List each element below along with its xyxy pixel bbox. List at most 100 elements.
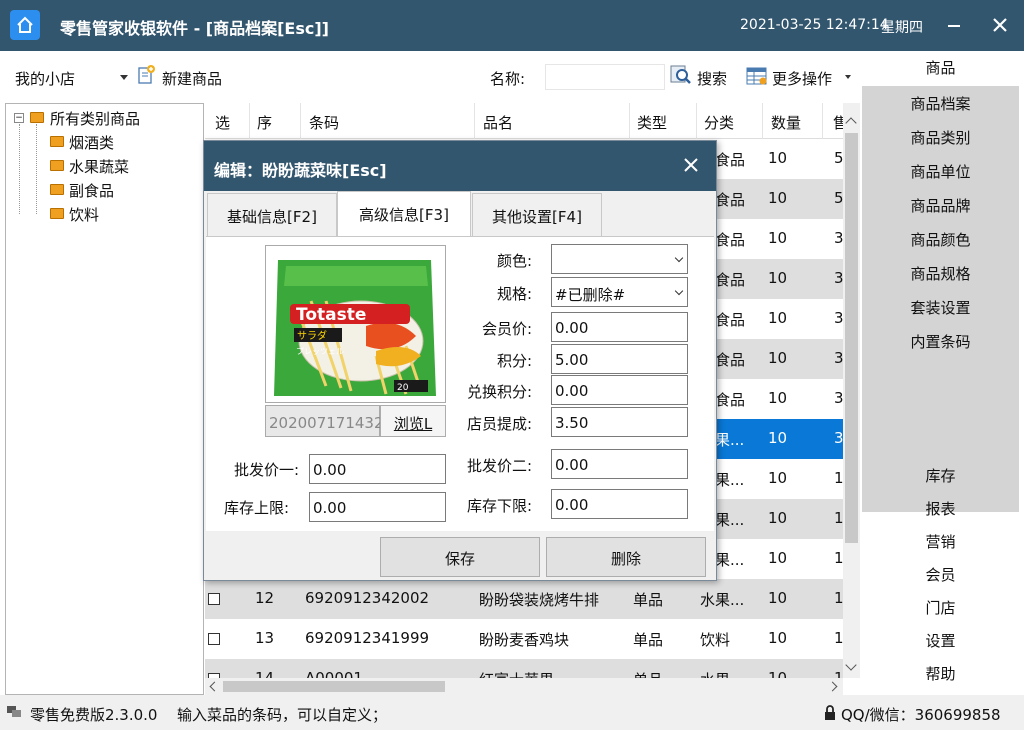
cell-name: 盼盼麦香鸡块 — [479, 631, 570, 649]
tree-item[interactable]: 烟酒类 — [69, 132, 114, 153]
nav-inventory[interactable]: 库存 — [862, 465, 1019, 486]
tab-advanced[interactable]: 高级信息[F3] — [337, 191, 471, 238]
col-header[interactable]: 售 — [833, 112, 843, 133]
weekday: 星期四 — [881, 20, 923, 36]
close-icon[interactable] — [684, 158, 698, 176]
nav-stores[interactable]: 门店 — [862, 597, 1019, 618]
search-button[interactable]: 搜索 — [697, 68, 727, 89]
cell-price: 1 — [834, 549, 843, 567]
nav-sub-item[interactable]: 商品档案 — [862, 93, 1019, 114]
home-icon[interactable] — [10, 10, 40, 40]
scroll-up-icon[interactable] — [845, 117, 857, 129]
nav-sub-item[interactable]: 商品规格 — [862, 263, 1019, 284]
chevron-down-icon — [845, 75, 851, 79]
cell-name: 盼盼袋装烧烤牛排 — [479, 591, 600, 609]
nav-sub-item[interactable]: 商品颜色 — [862, 229, 1019, 250]
cell-qty: 10 — [768, 229, 788, 247]
nav-help[interactable]: 帮助 — [862, 663, 1019, 684]
table-row[interactable]: 12 6920912342002 盼盼袋装烧烤牛排 单品 水果... 10 1 — [205, 579, 843, 619]
col-header[interactable]: 数量 — [771, 112, 801, 133]
cell-seq: 12 — [255, 589, 275, 607]
scroll-right-icon[interactable] — [827, 681, 838, 692]
wholesale1-input[interactable]: 0.00 — [309, 454, 446, 484]
table-row[interactable]: 13 6920912341999 盼盼麦香鸡块 单品 饮料 10 1 — [205, 619, 843, 659]
folder-icon — [50, 184, 64, 195]
nav-settings[interactable]: 设置 — [862, 630, 1019, 651]
tree-item[interactable]: 副食品 — [69, 180, 114, 201]
tab-other[interactable]: 其他设置[F4] — [472, 193, 602, 237]
col-header[interactable]: 品名 — [483, 112, 513, 133]
commission-input[interactable]: 3.50 — [551, 407, 688, 437]
grid-header: 选 序 条码 品名 类型 分类 数量 售 — [205, 103, 843, 139]
tab-basic[interactable]: 基础信息[F2] — [207, 193, 337, 237]
cell-price: 3 — [834, 349, 843, 367]
wholesale2-input[interactable]: 0.00 — [551, 449, 688, 479]
cell-price: 3 — [834, 229, 843, 247]
cell-price: 3 — [834, 389, 843, 407]
stock-max-input[interactable]: 0.00 — [309, 492, 446, 522]
scrollbar-thumb[interactable] — [845, 133, 858, 543]
folder-icon — [50, 208, 64, 219]
vertical-scrollbar[interactable] — [843, 103, 860, 678]
cell-price: 3 — [834, 429, 843, 447]
nav-sub-item[interactable]: 商品单位 — [862, 161, 1019, 182]
color-select[interactable] — [551, 244, 688, 274]
cell-price: 1 — [834, 589, 843, 607]
cell-type: 单品 — [633, 591, 664, 609]
col-header[interactable]: 序 — [257, 112, 272, 133]
nav-members[interactable]: 会员 — [862, 564, 1019, 585]
nav-sub-item[interactable]: 商品品牌 — [862, 195, 1019, 216]
more-actions-button[interactable]: 更多操作 — [772, 68, 832, 89]
package-brand: Totaste — [296, 305, 366, 325]
scrollbar-thumb[interactable] — [223, 681, 445, 692]
spec-value: #已删除# — [555, 286, 626, 304]
col-header[interactable]: 类型 — [637, 112, 667, 133]
status-bar: 零售免费版2.3.0.0 输入菜品的条码，可以自定义； QQ/微信：360699… — [0, 695, 1024, 730]
redeem-input[interactable]: 0.00 — [551, 375, 688, 405]
save-button[interactable]: 保存 — [380, 537, 540, 577]
cell-qty: 10 — [768, 269, 788, 287]
nav-marketing[interactable]: 营销 — [862, 531, 1019, 552]
cell-qty: 10 — [768, 509, 788, 527]
cell-price: 1 — [834, 509, 843, 527]
nav-sub-item[interactable]: 套装设置 — [862, 297, 1019, 318]
cell-price: 1 — [834, 469, 843, 487]
col-header[interactable]: 分类 — [704, 112, 734, 133]
close-button[interactable] — [987, 12, 1013, 38]
col-separator — [629, 103, 630, 139]
cell-cat: 水果... — [700, 591, 745, 609]
horizontal-scrollbar[interactable] — [205, 678, 843, 695]
dialog-titlebar: 编辑：盼盼蔬菜味[Esc] — [204, 141, 716, 191]
scroll-down-icon[interactable] — [845, 659, 857, 671]
col-header[interactable]: 选 — [215, 112, 230, 133]
nav-sub-item[interactable]: 商品类别 — [862, 127, 1019, 148]
spec-label: 规格: — [496, 285, 532, 303]
delete-button[interactable]: 删除 — [546, 537, 706, 577]
row-checkbox[interactable] — [208, 593, 220, 605]
stock-max-label: 库存上限: — [223, 499, 289, 517]
points-input[interactable]: 5.00 — [551, 344, 688, 374]
member-price-input[interactable]: 0.00 — [551, 312, 688, 342]
store-select[interactable]: 我的小店 — [15, 68, 75, 89]
col-header[interactable]: 条码 — [309, 112, 339, 133]
nav-reports[interactable]: 报表 — [862, 498, 1019, 519]
col-separator — [300, 103, 301, 139]
row-checkbox[interactable] — [208, 633, 220, 645]
nav-sub-item[interactable]: 内置条码 — [862, 331, 1019, 352]
stock-min-input[interactable]: 0.00 — [551, 489, 688, 519]
name-search-input[interactable] — [545, 64, 665, 90]
tree-root[interactable]: 所有类别商品 — [50, 108, 140, 129]
wholesale2-label: 批发价二: — [466, 457, 532, 475]
minimize-button[interactable] — [941, 12, 967, 38]
toolbar: 我的小店 新建商品 名称: 搜索 更多操作 — [0, 51, 862, 103]
cell-qty: 10 — [768, 349, 788, 367]
browse-button[interactable]: 浏览L — [380, 405, 446, 437]
tree-item[interactable]: 水果蔬菜 — [69, 156, 129, 177]
scroll-left-icon[interactable] — [209, 681, 220, 692]
package-count: 20 — [397, 383, 409, 393]
nav-products[interactable]: 商品 — [862, 51, 1019, 85]
new-product-button[interactable]: 新建商品 — [162, 68, 222, 89]
collapse-icon[interactable]: − — [14, 113, 24, 123]
tree-item[interactable]: 饮料 — [69, 204, 99, 225]
spec-select[interactable]: #已删除# — [551, 277, 688, 307]
